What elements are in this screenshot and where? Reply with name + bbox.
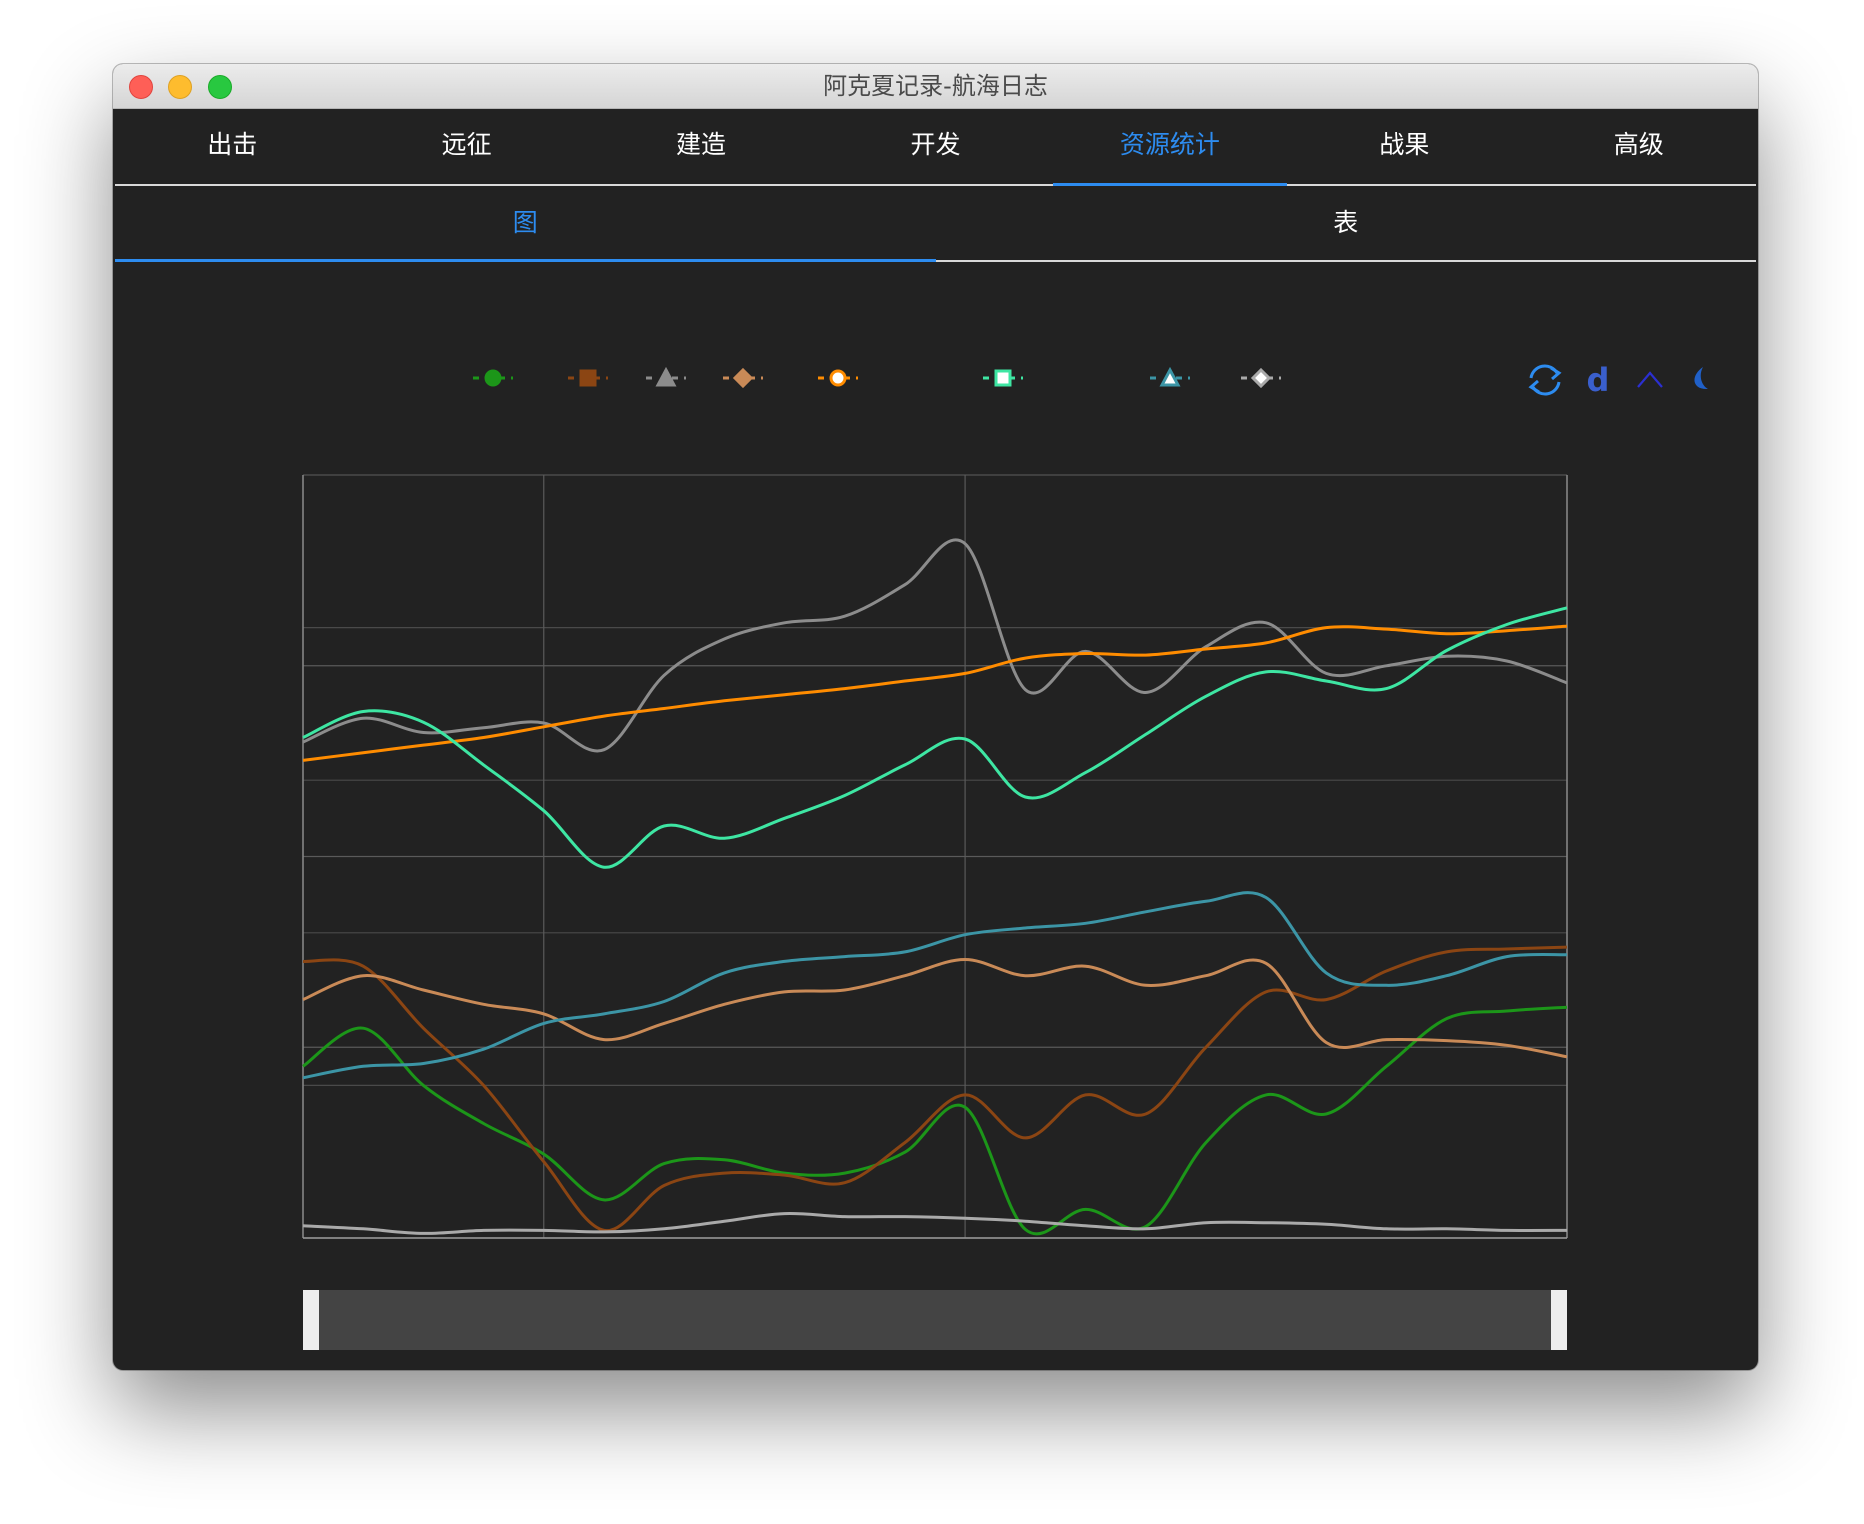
legend-marker-icon bbox=[818, 369, 858, 387]
window-title: 阿克夏记录-航海日志 bbox=[823, 72, 1048, 100]
tab-battle-results[interactable]: 战果 bbox=[1287, 108, 1521, 184]
tab-resource-stats[interactable]: 资源统计 bbox=[1052, 108, 1288, 186]
series-line-7 bbox=[302, 1211, 1568, 1235]
series-line-6 bbox=[302, 891, 1568, 1080]
theme-drop-icon[interactable] bbox=[1686, 365, 1714, 395]
legend-marker-icon bbox=[473, 369, 513, 387]
tab-chart[interactable]: 图 bbox=[115, 186, 936, 262]
tab-development[interactable]: 开发 bbox=[818, 108, 1052, 184]
main-tab-bar: 出击 远征 建造 开发 资源统计 战果 高级 bbox=[115, 108, 1756, 186]
chart-toolbox: d bbox=[1528, 361, 1714, 399]
legend-marker-icon bbox=[568, 369, 608, 387]
series-line-1 bbox=[302, 945, 1568, 1232]
series-line-2 bbox=[302, 538, 1568, 753]
data-view-icon[interactable]: d bbox=[1583, 361, 1613, 399]
tab-expedition[interactable]: 远征 bbox=[349, 108, 583, 184]
legend-marker-icon bbox=[983, 369, 1023, 387]
resource-line-chart: d bbox=[302, 361, 1714, 1350]
legend-marker-icon bbox=[1150, 366, 1190, 387]
tab-construction[interactable]: 建造 bbox=[584, 108, 818, 184]
legend-marker-icon bbox=[646, 366, 686, 387]
tab-advanced[interactable]: 高级 bbox=[1522, 108, 1756, 184]
tab-sortie[interactable]: 出击 bbox=[115, 108, 349, 184]
legend-marker-icon bbox=[1241, 367, 1281, 389]
series-line-5 bbox=[302, 606, 1568, 869]
legend-marker-icon bbox=[723, 367, 763, 389]
series-line-4 bbox=[302, 624, 1568, 762]
line-chart-icon[interactable] bbox=[1635, 365, 1665, 395]
data-zoom-right-handle[interactable] bbox=[1551, 1290, 1567, 1350]
data-zoom-left-handle[interactable] bbox=[303, 1290, 319, 1350]
title-bar: 阿克夏记录-航海日志 bbox=[113, 64, 1758, 109]
app-window: 阿克夏记录-航海日志 出击 远征 建造 开发 资源统计 战果 高级 图 表 d bbox=[113, 64, 1758, 1370]
data-zoom-track[interactable] bbox=[303, 1290, 1567, 1350]
tab-table[interactable]: 表 bbox=[936, 186, 1757, 260]
sub-tab-bar: 图 表 bbox=[115, 186, 1756, 262]
refresh-icon[interactable] bbox=[1528, 363, 1562, 397]
